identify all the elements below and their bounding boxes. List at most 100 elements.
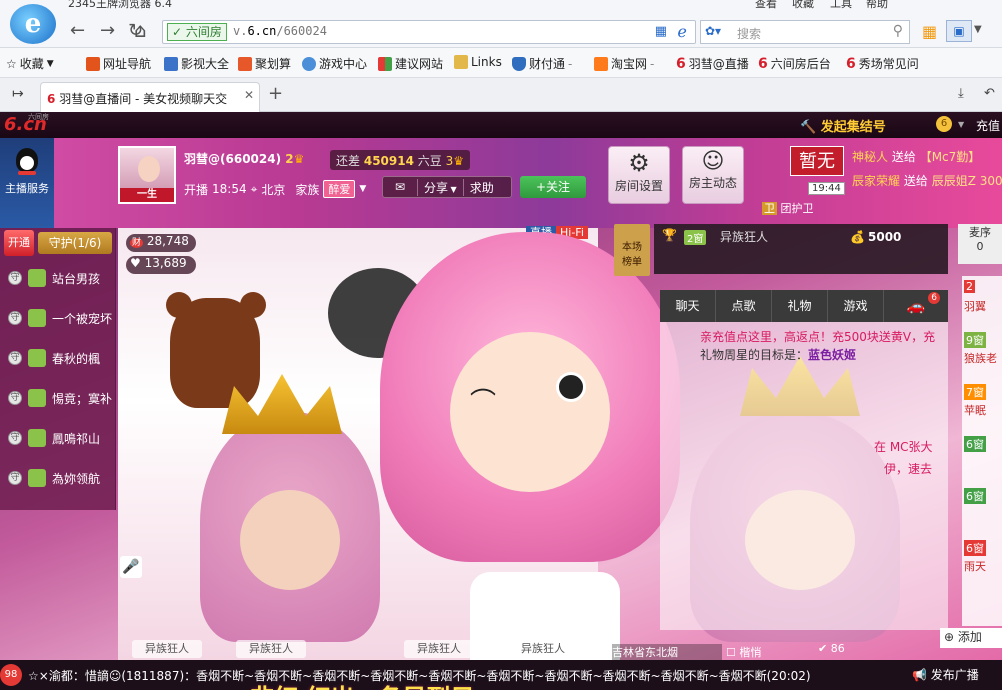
notice-target[interactable]: 辰辰姐Z 300	[932, 174, 1002, 188]
open-guard-button[interactable]: 开通	[4, 230, 34, 256]
guard-item[interactable]: 守 站台男孩	[0, 262, 116, 294]
family-tag[interactable]: 醉爱	[323, 180, 356, 198]
host-avatar[interactable]: 一生	[118, 146, 176, 204]
rank-item[interactable]: 7窗 苹眠	[962, 384, 1002, 432]
tab-games[interactable]: 游戏	[828, 290, 884, 322]
top-contributor[interactable]: 🏆 2窗 异族狂人 💰 5000	[654, 224, 948, 274]
room-settings-label: 房间设置	[614, 179, 663, 193]
coin-icon[interactable]: 6	[936, 116, 952, 132]
menu-favorites[interactable]: 收藏	[792, 0, 814, 10]
recharge-link[interactable]: 充值	[976, 117, 1000, 134]
bookmark-juhuasuan[interactable]: 聚划算	[238, 55, 291, 72]
guard-item[interactable]: 守 一个被宠坏	[0, 302, 116, 334]
publish-broadcast-button[interactable]: 📢 发布广播	[912, 664, 1002, 686]
top-user-name[interactable]: 异族狂人	[720, 228, 768, 245]
download-icon[interactable]: ⤓	[958, 86, 964, 101]
rally-button[interactable]: 🔨 发起集结号	[800, 116, 886, 135]
whisper-toggle[interactable]: ☐ 楷悄	[726, 644, 761, 660]
room-settings-button[interactable]: ⚙ 房间设置	[608, 146, 670, 204]
follow-button[interactable]: +关注	[520, 176, 586, 198]
tab-live-room[interactable]: 6 羽彗@直播间 - 美女视频聊天交	[40, 82, 260, 112]
chat-message-promo[interactable]: 亲充值点这里，高返点！充500块送黄V，充	[700, 328, 935, 345]
rank-item[interactable]: 6窗 雨天	[962, 540, 1002, 588]
bookmark-links[interactable]: Links	[454, 55, 502, 69]
bookmark-nav[interactable]: 网址导航	[86, 55, 151, 72]
tab-gifts[interactable]: 礼物	[772, 290, 828, 322]
menu-help[interactable]: 帮助	[866, 0, 888, 10]
host-name[interactable]: 羽彗@	[184, 152, 220, 166]
mail-icon[interactable]: ✉	[383, 180, 417, 194]
rank-item[interactable]: 9窗 狼族老	[962, 332, 1002, 380]
help-button[interactable]: 求助	[462, 178, 500, 196]
new-tab-button[interactable]: +	[268, 83, 283, 104]
security-badge[interactable]: ✓ 六间房	[167, 23, 227, 41]
guard-shield-icon: 守	[8, 311, 22, 325]
close-tab-icon[interactable]: ✕	[244, 88, 254, 102]
bookmark-backend[interactable]: 6 六间房后台	[758, 55, 831, 72]
rank-item[interactable]: 6窗	[962, 436, 1002, 484]
service-panel[interactable]: 主播服务	[0, 138, 54, 228]
guard-name: 春秋的楓	[52, 352, 101, 366]
url-text[interactable]: v.6.cn/660024	[233, 24, 327, 38]
chevron-down-icon: ▼	[448, 184, 457, 194]
guard-shield-icon: 守	[8, 431, 22, 445]
notice-sender[interactable]: 神秘人	[852, 150, 888, 164]
browser-logo-icon[interactable]: e	[10, 4, 56, 44]
bookmark-suggest[interactable]: 建议网站	[378, 55, 443, 72]
bookmark-tenpay[interactable]: 财付通 -	[512, 55, 572, 72]
menu-tools[interactable]: 工具	[830, 0, 852, 10]
like-counter[interactable]: ✔ 86	[818, 642, 845, 655]
forward-icon[interactable]: →	[100, 20, 115, 41]
paw-icon[interactable]: ✿▾	[705, 24, 721, 38]
guard-item[interactable]: 守 惕竟；寞补	[0, 382, 116, 414]
guard-item[interactable]: 守 鳳鳴祁山	[0, 422, 116, 454]
song-queue[interactable]: 麦序 0	[958, 224, 1002, 264]
temp-host-badge[interactable]: 暂无	[790, 146, 844, 176]
share-button[interactable]: 分享 ▼	[417, 178, 463, 196]
ranking-tab[interactable]: 本场 榜单	[614, 224, 650, 276]
chevron-down-icon[interactable]: ▼	[359, 184, 366, 194]
guard-item[interactable]: 守 為妳领航	[0, 462, 116, 494]
viewer-bubble[interactable]: 异族狂人	[508, 640, 578, 658]
add-button[interactable]: ⊕ 添加	[940, 628, 1002, 648]
viewer-bubble[interactable]: 异族狂人	[236, 640, 306, 658]
ie-mode-icon[interactable]: ℯ	[678, 22, 687, 41]
guard-item[interactable]: 守 春秋的楓	[0, 342, 116, 374]
qr-icon[interactable]: ▦	[655, 24, 667, 39]
notice-target[interactable]: 【Mc7勤】	[920, 150, 981, 164]
bookmark-video[interactable]: 影视大全	[164, 55, 229, 72]
bookmark-faq[interactable]: 6 秀场常见问	[846, 55, 919, 72]
guard-team[interactable]: 卫 团护卫	[762, 200, 814, 216]
rank-item[interactable]: 6窗	[962, 488, 1002, 536]
bookmark-games[interactable]: 游戏中心	[302, 55, 367, 72]
menu-view[interactable]: 查看	[755, 0, 777, 10]
address-bar[interactable]: ✓ 六间房 v.6.cn/660024 ▦ ℯ	[162, 20, 696, 44]
apps-grid-icon[interactable]: ▦	[922, 22, 937, 41]
bookmark-live[interactable]: 6 羽彗@直播	[676, 55, 749, 72]
car-icon[interactable]: 🚗 6	[884, 290, 948, 322]
rank-item[interactable]: 2 羽翼	[962, 280, 1002, 328]
bookmark-label: 财付通	[529, 57, 566, 71]
check-circle-icon: ✔	[818, 642, 828, 655]
notice-sender[interactable]: 辰家荣耀	[852, 174, 900, 188]
search-box[interactable]: ✿▾ 搜索 ⚲	[700, 20, 910, 44]
bookmark-favorites[interactable]: ☆ 收藏 ▼	[6, 55, 54, 72]
six-logo-icon: 6	[47, 92, 56, 106]
guard-name: 惕竟；寞补	[52, 392, 113, 406]
chevron-down-icon[interactable]: ▼	[958, 120, 964, 129]
screenshot-icon[interactable]: ▣	[946, 20, 972, 42]
search-icon[interactable]: ⚲	[893, 23, 903, 39]
viewer-bubble[interactable]: 异族狂人	[404, 640, 474, 658]
tab-chat[interactable]: 聊天	[660, 290, 716, 322]
avatar	[28, 269, 46, 287]
home-icon[interactable]: ⌂	[134, 18, 147, 42]
microphone-icon[interactable]: 🎤	[120, 556, 142, 578]
host-feed-button[interactable]: ☺ 房主动态	[682, 146, 744, 204]
bookmark-taobao[interactable]: 淘宝网 -	[594, 55, 654, 72]
restore-tab-icon[interactable]: ↦	[12, 86, 24, 102]
undo-icon[interactable]: ↶	[984, 86, 995, 101]
dropdown-icon[interactable]: ▼	[974, 24, 982, 35]
back-icon[interactable]: ←	[70, 20, 85, 41]
viewer-bubble[interactable]: 异族狂人	[132, 640, 202, 658]
tab-request-song[interactable]: 点歌	[716, 290, 772, 322]
